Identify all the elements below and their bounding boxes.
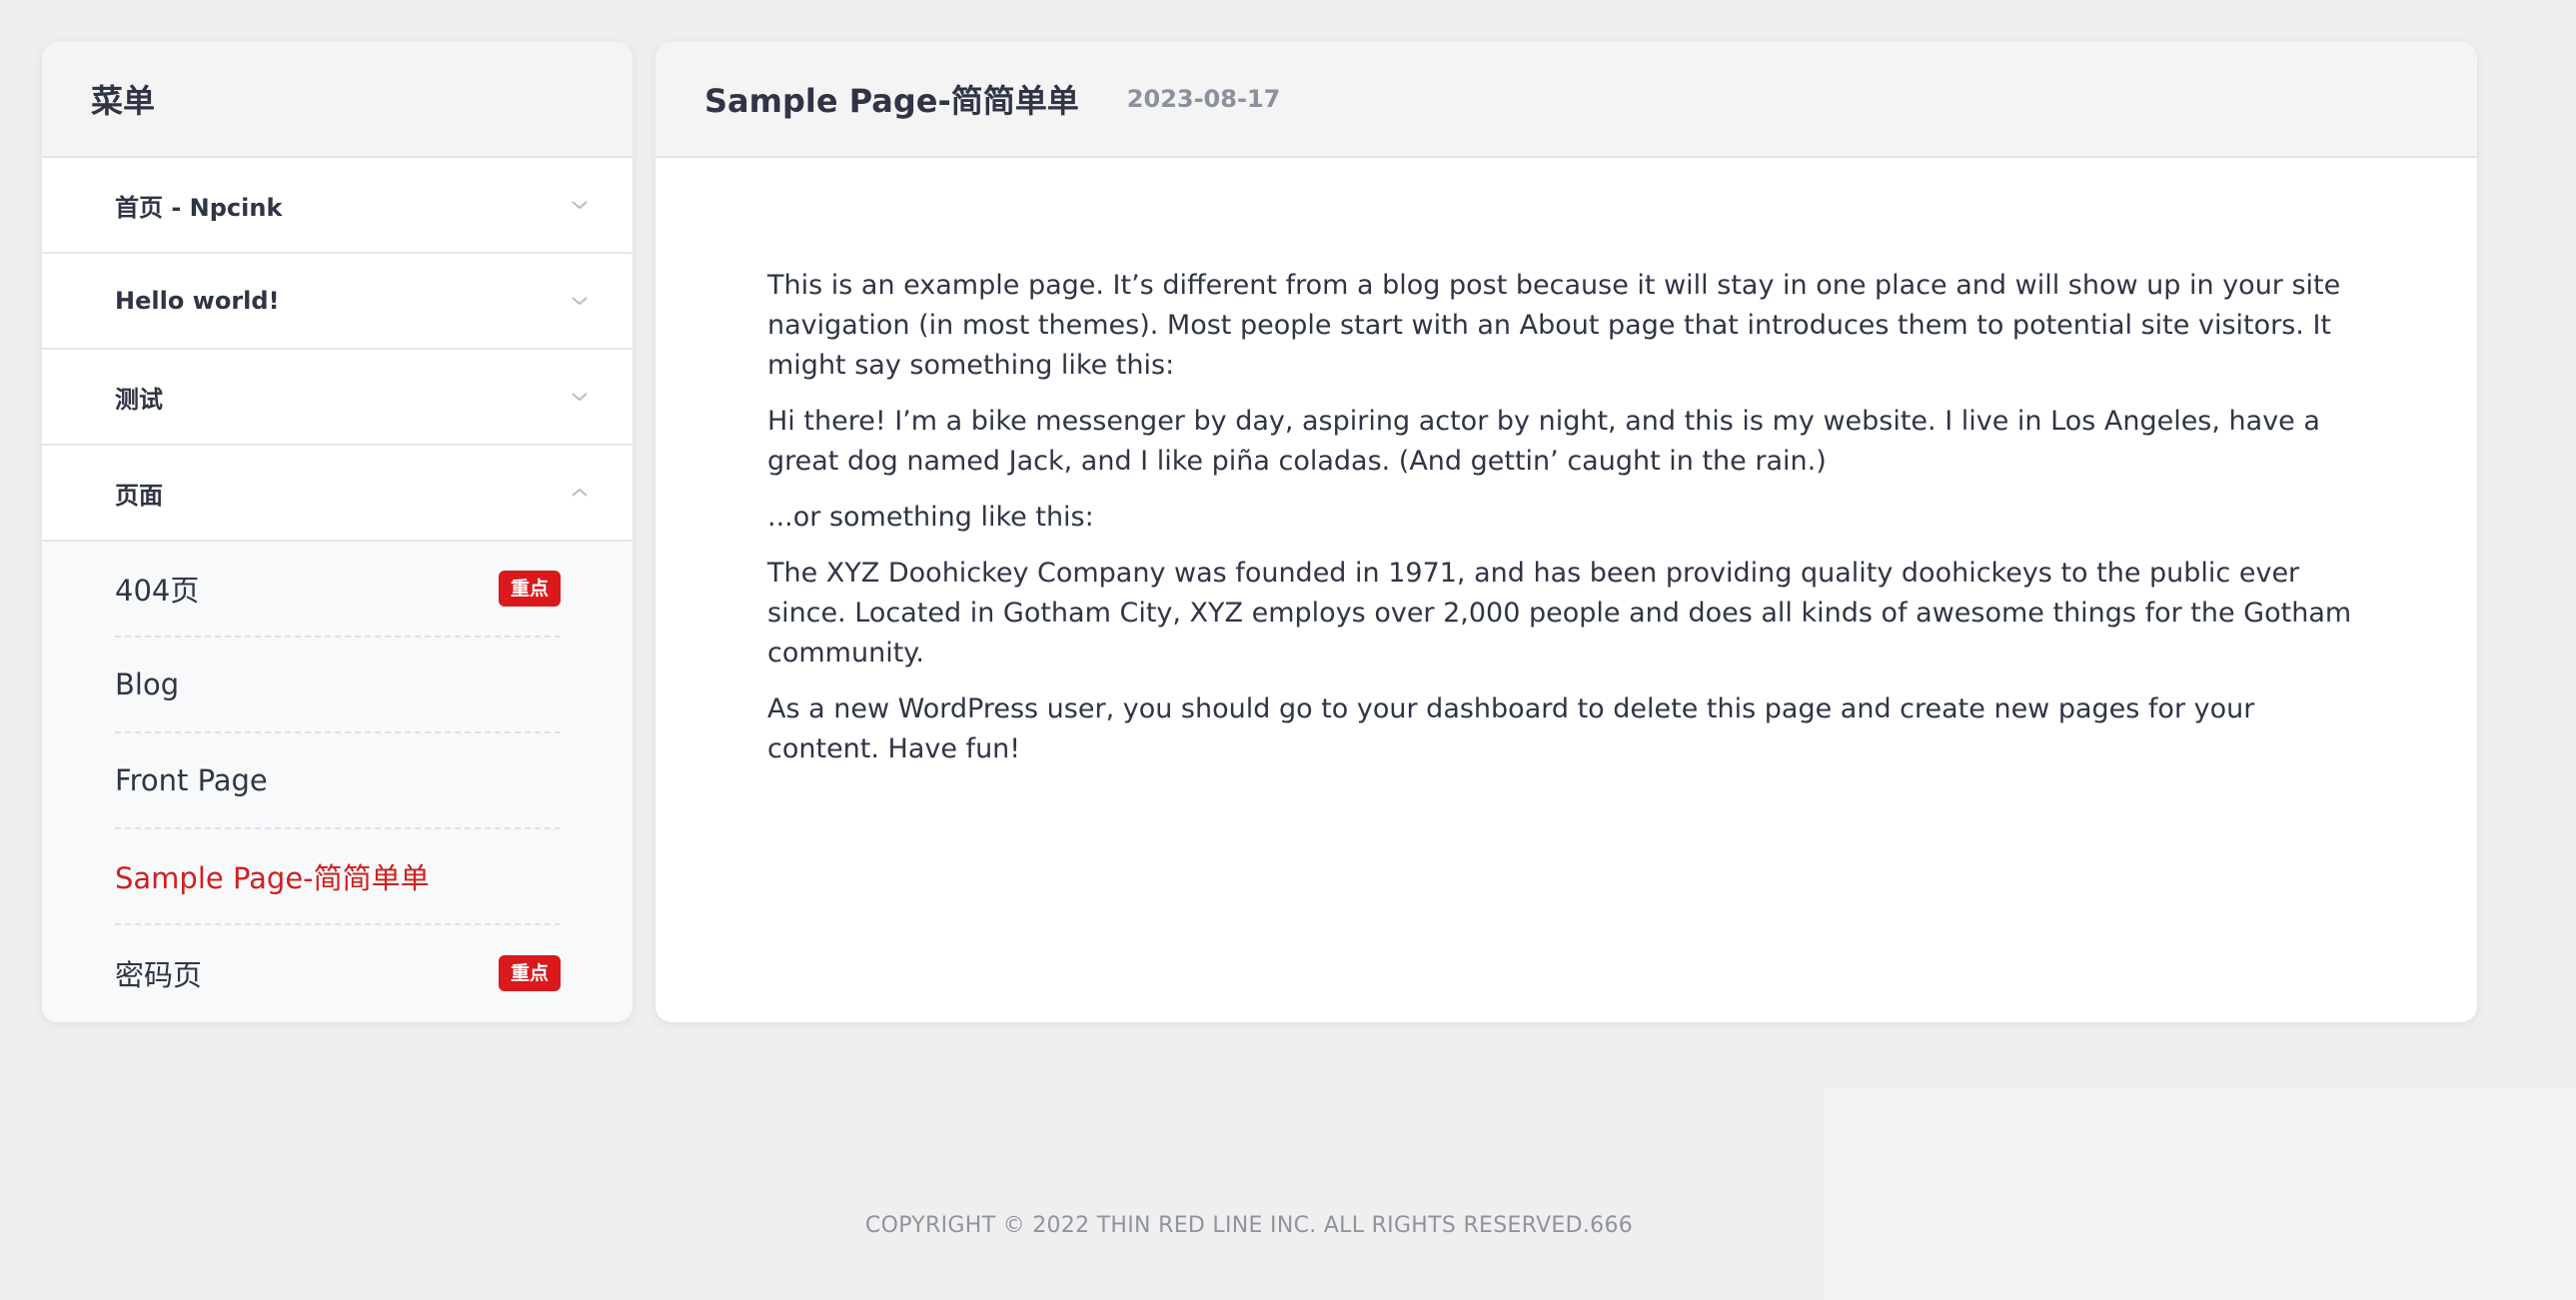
menu-item-label: Hello world! <box>115 287 280 315</box>
article-card: Sample Page-简简单单 2023-08-17 This is an e… <box>655 42 2477 1022</box>
chevron-down-icon[interactable] <box>565 190 595 220</box>
submenu-item-label: Sample Page-简简单单 <box>115 861 430 895</box>
article-paragraph: ...or something like this: <box>767 502 1094 533</box>
article-paragraph: As a new WordPress user, you should go t… <box>767 693 2255 764</box>
article-title: Sample Page-简简单单 <box>704 82 1079 120</box>
menu-item-home[interactable]: 首页 - Npcink <box>42 158 633 254</box>
submenu-item-404[interactable]: 404页 重点 <box>115 542 561 638</box>
submenu-item-sample-page[interactable]: Sample Page-简简单单 <box>115 829 561 925</box>
corner-panel <box>1823 1087 2576 1300</box>
menu-item-label: 首页 - Npcink <box>115 193 283 222</box>
highlight-badge: 重点 <box>498 571 561 607</box>
menu-item-hello-world[interactable]: Hello world! <box>42 254 633 350</box>
article-paragraph: Hi there! I’m a bike messenger by day, a… <box>767 406 2320 477</box>
article-paragraph: The XYZ Doohickey Company was founded in… <box>767 558 2352 668</box>
submenu-item-blog[interactable]: Blog <box>115 638 561 733</box>
submenu-item-password-page[interactable]: 密码页 重点 <box>115 925 561 1021</box>
chevron-down-icon[interactable] <box>565 286 595 316</box>
menu-item-pages[interactable]: 页面 <box>42 446 633 542</box>
submenu-item-front-page[interactable]: Front Page <box>115 733 561 829</box>
sidebar-title: 菜单 <box>42 42 633 158</box>
submenu-item-label: Blog <box>115 667 180 701</box>
chevron-down-icon[interactable] <box>565 382 595 412</box>
article-body: This is an example page. It’s different … <box>655 158 2477 769</box>
menu-item-label: 测试 <box>115 385 163 414</box>
submenu-item-label: 404页 <box>115 574 200 608</box>
article-paragraph: This is an example page. It’s different … <box>767 270 2341 381</box>
menu-item-label: 页面 <box>115 481 163 510</box>
submenu-item-label: Front Page <box>115 763 268 797</box>
article-header: Sample Page-简简单单 2023-08-17 <box>655 42 2477 158</box>
article-date: 2023-08-17 <box>1126 85 1281 113</box>
menu-item-test[interactable]: 测试 <box>42 350 633 446</box>
submenu-item-label: 密码页 <box>115 958 203 992</box>
highlight-badge: 重点 <box>498 955 561 991</box>
chevron-up-icon[interactable] <box>565 478 595 508</box>
pages-submenu: 404页 重点 Blog Front Page Sample Page-简简单单… <box>42 542 633 1022</box>
sidebar-menu: 菜单 首页 - Npcink Hello world! 测试 页面 404页 重… <box>42 42 633 1022</box>
